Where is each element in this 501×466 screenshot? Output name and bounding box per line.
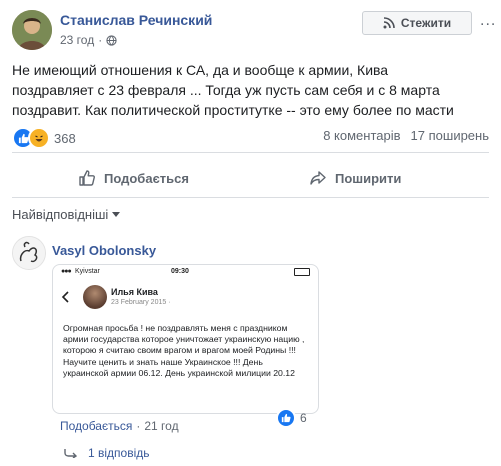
screenshot-author: Илья Кива (111, 287, 158, 297)
comment-time[interactable]: 21 год (144, 419, 178, 433)
reactions-summary[interactable]: 368 (12, 127, 76, 149)
haha-reaction-icon (28, 127, 50, 149)
commenter-name[interactable]: Vasyl Obolonsky (52, 243, 156, 258)
screenshot-date-text: 23 February 2015 (111, 299, 167, 306)
view-replies-link[interactable]: 1 відповідь (64, 446, 150, 460)
shares-count-link[interactable]: 17 поширень (411, 128, 489, 143)
post-text-line: поздравляет с 23 февраля ... Тогда уж пу… (12, 82, 440, 98)
follow-button[interactable]: Стежити (362, 11, 472, 35)
post-time[interactable]: 23 год (60, 33, 94, 47)
comment-like-link[interactable]: Подобається (60, 419, 132, 433)
post-text-line: Не имеющий отношения к СА, да и вообще к… (12, 62, 389, 78)
comment-actions: Подобається · 21 год (60, 419, 179, 433)
more-options-icon[interactable]: ... (480, 12, 496, 30)
divider (12, 197, 489, 198)
battery-icon (294, 268, 310, 276)
post-author-name[interactable]: Станислав Речинский (60, 12, 212, 28)
commenter-avatar[interactable] (12, 236, 46, 270)
comment-action-separator: · (136, 419, 141, 433)
signal-icon: ●●● (61, 268, 72, 275)
share-label: Поширити (335, 170, 402, 186)
phone-clock: 09:30 (171, 268, 189, 275)
share-button[interactable]: Поширити (309, 160, 401, 196)
screenshot-text: Огромная просьба ! не поздравлять меня с… (63, 323, 305, 378)
reply-arrow-icon (64, 449, 78, 458)
like-label: Подобається (104, 170, 189, 186)
post-text-line: поздравит. Как политической проститутке … (12, 102, 454, 118)
meta-separator: · (98, 33, 103, 47)
comment-like-count: 6 (300, 411, 307, 425)
globe-icon (106, 34, 117, 46)
sort-label: Найвідповідніші (12, 207, 109, 222)
follow-label: Стежити (400, 16, 452, 30)
reaction-count: 368 (54, 130, 76, 146)
profile-avatar (83, 285, 107, 309)
replies-label: 1 відповідь (88, 446, 150, 460)
caret-down-icon (112, 211, 121, 217)
post-meta: 23 год · (60, 33, 117, 47)
screenshot-date-separator: · (168, 299, 171, 306)
thumbs-up-icon (79, 170, 95, 186)
phone-status-bar: ●●● Kyivstar 09:30 (53, 265, 318, 279)
comments-sort-dropdown[interactable]: Найвідповідніші (12, 207, 121, 222)
carrier-label: Kyivstar (75, 268, 100, 275)
comment-screenshot-image[interactable]: ●●● Kyivstar 09:30 Илья Кива 23 February… (52, 264, 319, 414)
like-reaction-icon (276, 408, 296, 428)
divider (12, 152, 489, 153)
comments-count-link[interactable]: 8 коментарів (323, 128, 400, 143)
screenshot-date: 23 February 2015 · (111, 299, 171, 306)
rss-follow-icon (383, 17, 395, 29)
post-stats: 8 коментарів 17 поширень (323, 128, 489, 143)
post-text: Не имеющий отношения к СА, да и вообще к… (12, 60, 492, 120)
share-arrow-icon (310, 171, 326, 185)
author-avatar[interactable] (12, 10, 52, 50)
like-button[interactable]: Подобається (78, 160, 189, 196)
comment-reactions[interactable]: 6 (276, 408, 307, 428)
back-arrow-icon (61, 291, 69, 303)
